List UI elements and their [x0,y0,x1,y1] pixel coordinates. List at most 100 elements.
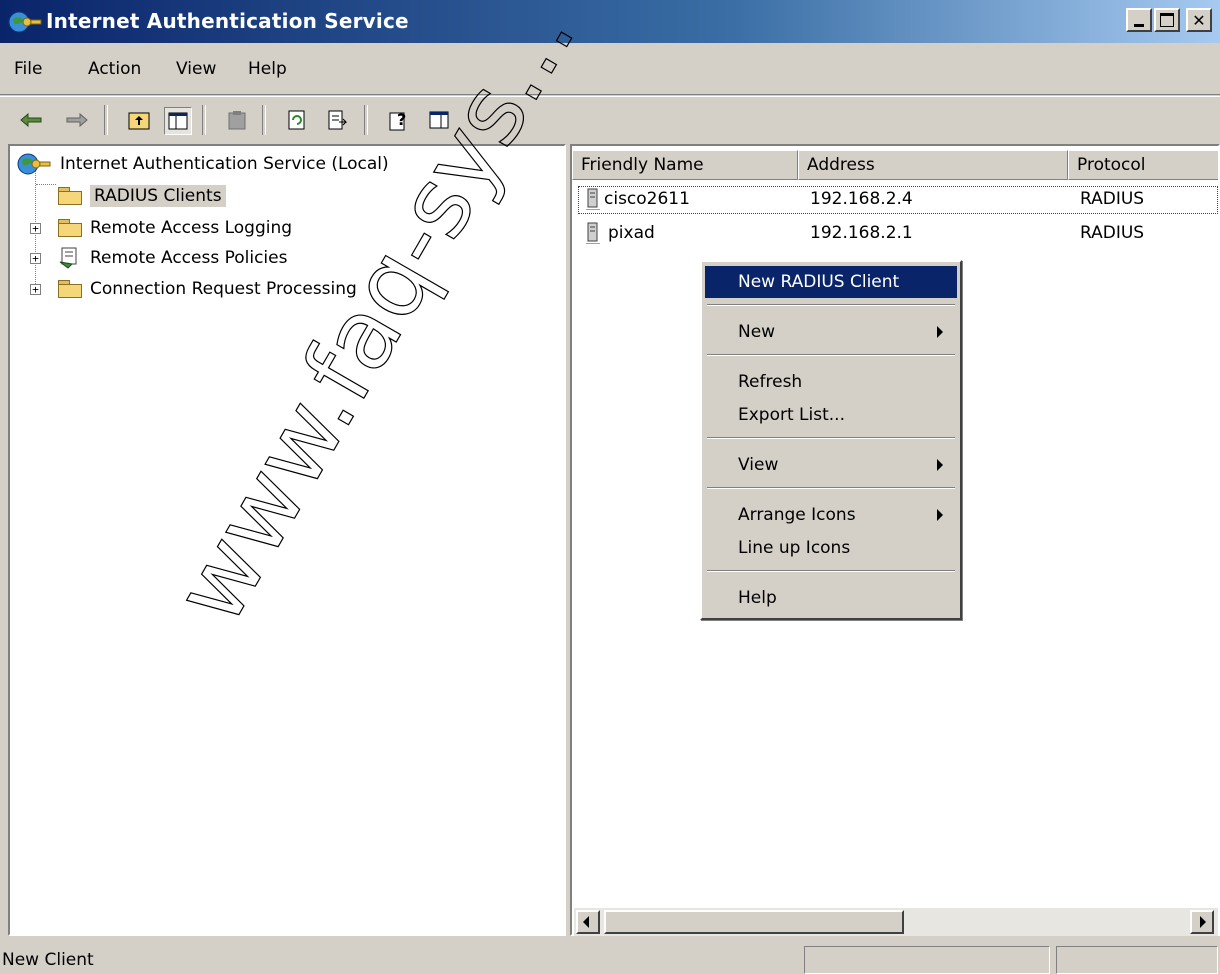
menu-item-label: Export List... [738,405,845,425]
menu-item-export-list[interactable]: Export List... [705,399,957,431]
status-bar: New Client [0,942,1220,974]
menu-item-view[interactable]: View [705,449,957,481]
toolbar-separator [202,105,206,135]
status-pane [804,946,1050,974]
cell-friendly-name: cisco2611 [604,189,690,209]
menu-item-label: Line up Icons [738,538,851,558]
tree-line [36,184,56,185]
up-one-level-button[interactable] [126,107,152,133]
menu-item-new[interactable]: New [705,316,957,348]
maximize-button[interactable] [1154,8,1180,32]
tree-item-connection-request-processing[interactable]: Connection Request Processing [58,275,357,303]
toolbar-separator [262,105,266,135]
tree-item-label: Remote Access Policies [90,248,288,268]
cell-protocol: RADIUS [1080,223,1145,243]
menu-action[interactable]: Action [88,59,141,79]
menu-separator [707,570,955,572]
tree-item-radius-clients[interactable]: RADIUS Clients [58,182,226,210]
menu-item-label: Help [738,588,777,608]
context-menu: New RADIUS Client New Refresh Export Lis… [700,260,962,620]
minimize-icon [1134,23,1144,27]
table-row[interactable]: cisco2611 192.168.2.4 RADIUS [572,186,1218,214]
menu-bar: File Action View Help [0,46,1220,95]
toolbar: ? [0,96,1220,143]
tree-item-label: RADIUS Clients [90,185,226,207]
title-bar[interactable]: Internet Authentication Service ✕ [0,0,1220,43]
menu-separator [707,354,955,356]
submenu-arrow-icon [937,326,943,338]
column-friendly-name[interactable]: Friendly Name [572,150,798,180]
left-arrow-icon [583,916,589,928]
maximize-icon [1160,13,1174,27]
cell-address: 192.168.2.1 [810,223,913,243]
forward-arrow-icon [66,113,88,127]
policy-scroll-icon [59,247,77,269]
menu-item-label: Refresh [738,372,803,392]
expand-icon[interactable]: + [30,284,41,295]
cell-friendly-name: pixad [608,223,655,243]
action-pane-icon [429,111,449,129]
up-folder-icon [128,112,150,130]
expand-icon[interactable]: + [30,223,41,234]
tree-item-label: Connection Request Processing [90,279,357,299]
scroll-thumb[interactable] [604,910,904,934]
refresh-icon [288,110,305,130]
scroll-right-button[interactable] [1190,910,1214,934]
ias-server-icon [17,153,51,175]
submenu-arrow-icon [937,509,943,521]
console-tree[interactable]: Internet Authentication Service (Local) … [8,144,566,936]
forward-button[interactable] [64,107,90,133]
menu-item-label: New [738,322,776,342]
show-hide-action-pane-button[interactable] [426,107,452,133]
table-row[interactable]: pixad 192.168.2.1 RADIUS [572,220,1218,248]
status-pane-main: New Client [0,946,800,974]
status-pane [1056,946,1218,974]
scroll-left-button[interactable] [576,910,600,934]
menu-item-new-radius-client[interactable]: New RADIUS Client [705,266,957,298]
tree-item-remote-access-policies[interactable]: Remote Access Policies [58,244,287,272]
back-arrow-icon [20,113,42,127]
export-list-button[interactable] [324,107,350,133]
radius-client-icon [586,188,600,210]
menu-item-label: View [738,455,779,475]
menu-item-label: Arrange Icons [738,505,856,525]
minimize-button[interactable] [1126,8,1152,32]
menu-item-label: New RADIUS Client [738,272,900,292]
show-hide-tree-button[interactable] [164,107,192,135]
refresh-button[interactable] [284,107,310,133]
folder-open-icon [58,187,82,205]
window-title: Internet Authentication Service [46,9,409,33]
back-button[interactable] [18,107,44,133]
delete-button[interactable] [224,107,250,133]
tree-item-label: Remote Access Logging [90,218,293,238]
folder-icon [58,219,82,237]
right-arrow-icon [1200,916,1206,928]
menu-help[interactable]: Help [248,59,287,79]
menu-separator [707,304,955,306]
close-icon: ✕ [1192,10,1206,30]
tree-root[interactable]: Internet Authentication Service (Local) [16,150,389,178]
column-protocol[interactable]: Protocol [1068,150,1218,180]
expand-icon[interactable]: + [30,253,41,264]
toolbar-separator [104,105,108,135]
svg-text:?: ? [397,110,406,129]
help-button[interactable]: ? [386,107,412,133]
ias-icon [8,11,42,33]
horizontal-scrollbar[interactable] [574,908,1218,936]
tree-root-label: Internet Authentication Service (Local) [60,154,389,174]
menu-view[interactable]: View [176,59,216,79]
menu-item-help[interactable]: Help [705,582,957,614]
menu-item-refresh[interactable]: Refresh [705,366,957,398]
column-address[interactable]: Address [798,150,1068,180]
folder-icon [58,280,82,298]
clipboard-icon [228,111,246,130]
menu-item-line-up-icons[interactable]: Line up Icons [705,532,957,564]
tree-item-remote-access-logging[interactable]: Remote Access Logging [58,214,292,242]
close-button[interactable]: ✕ [1186,8,1212,32]
menu-separator [707,437,955,439]
help-icon: ? [389,110,406,131]
menu-item-arrange-icons[interactable]: Arrange Icons [705,499,957,531]
menu-file[interactable]: File [14,59,42,79]
menu-separator [707,487,955,489]
submenu-arrow-icon [937,459,943,471]
